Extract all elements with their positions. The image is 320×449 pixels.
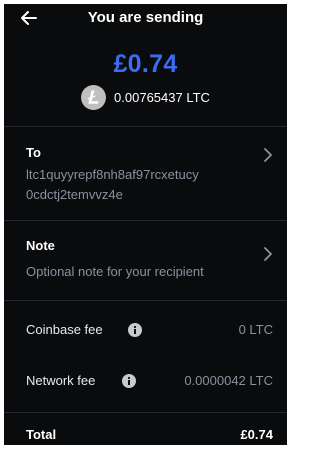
litecoin-icon xyxy=(81,84,107,110)
recipient-address-line-1: ltc1quyyrepf8nh8af97rcxetucy xyxy=(26,167,199,182)
network-fee-label: Network fee xyxy=(26,373,96,388)
note-label: Note xyxy=(26,238,55,253)
fiat-amount: £0.74 xyxy=(113,50,178,78)
send-review-screen: You are sending £0.74 0.00765437 LTC To … xyxy=(4,4,287,445)
network-fee-row: Network fee 0.0000042 LTC xyxy=(4,373,287,393)
crypto-amount: 0.00765437 LTC xyxy=(114,89,210,105)
page-title: You are sending xyxy=(87,9,204,26)
note-placeholder: Optional note for your recipient xyxy=(26,264,204,279)
total-value: £0.74 xyxy=(240,427,273,442)
divider xyxy=(4,300,287,301)
chevron-right-icon xyxy=(264,148,272,162)
divider xyxy=(4,412,287,413)
info-icon[interactable] xyxy=(122,374,136,388)
recipient-row[interactable]: To ltc1quyyrepf8nh8af97rcxetucy 0cdctj2t… xyxy=(4,127,287,220)
recipient-label: To xyxy=(26,145,41,160)
chevron-right-icon xyxy=(264,247,272,261)
crypto-amount-row: 0.00765437 LTC xyxy=(4,84,287,110)
note-row[interactable]: Note Optional note for your recipient xyxy=(4,221,287,300)
coinbase-fee-row: Coinbase fee 0 LTC xyxy=(4,322,287,342)
network-fee-value: 0.0000042 LTC xyxy=(184,373,273,388)
coinbase-fee-value: 0 LTC xyxy=(238,322,273,337)
info-icon[interactable] xyxy=(128,323,142,337)
recipient-address: ltc1quyyrepf8nh8af97rcxetucy 0cdctj2temv… xyxy=(26,165,199,205)
coinbase-fee-label: Coinbase fee xyxy=(26,322,103,337)
header: You are sending xyxy=(4,4,287,32)
recipient-address-line-2: 0cdctj2temvvz4e xyxy=(26,187,123,202)
total-label: Total xyxy=(26,427,57,442)
